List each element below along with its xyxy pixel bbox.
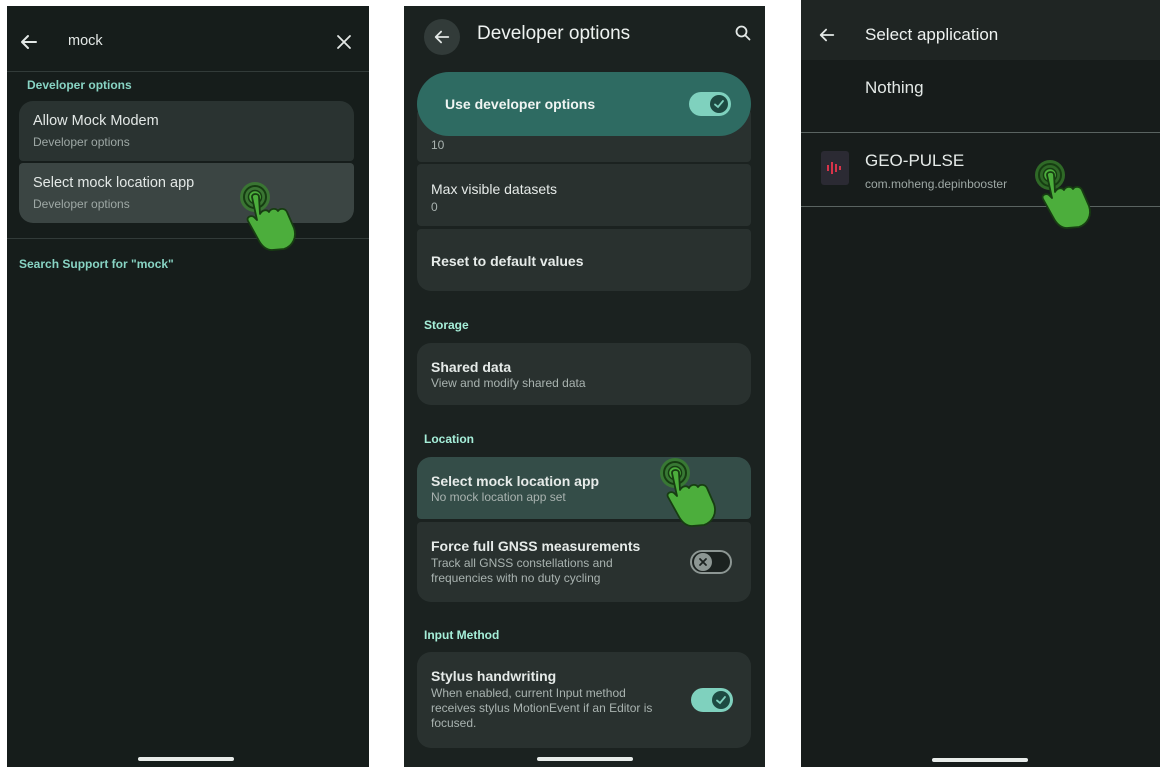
result-subtitle: Developer options (33, 135, 130, 149)
use-developer-options-toggle-row[interactable]: Use developer options (417, 72, 751, 136)
setting-stylus-handwriting[interactable]: Stylus handwriting When enabled, current… (417, 652, 751, 748)
result-title: Select mock location app (33, 175, 195, 191)
select-application-screen: Select application Nothing GEO-PULSE com… (801, 0, 1160, 767)
back-button[interactable] (424, 19, 460, 55)
setting-subtitle-line: receives stylus MotionEvent if an Editor… (431, 701, 653, 715)
divider (7, 238, 369, 239)
home-indicator (138, 757, 234, 761)
master-toggle-label: Use developer options (445, 96, 596, 112)
setting-subtitle-line: When enabled, current Input method (431, 686, 626, 700)
settings-search-screen: mock Developer options Allow Mock Modem … (7, 6, 369, 767)
setting-subtitle: View and modify shared data (431, 376, 586, 390)
back-arrow-icon (434, 30, 450, 44)
setting-shared-data[interactable]: Shared data View and modify shared data (417, 343, 751, 405)
developer-options-screen: Developer options 10 Use developer optio… (404, 6, 765, 767)
check-icon (714, 100, 724, 109)
home-indicator (537, 757, 633, 761)
setting-title: Stylus handwriting (431, 668, 557, 684)
option-nothing[interactable]: Nothing (865, 78, 924, 98)
stylus-toggle-switch[interactable] (691, 688, 733, 712)
setting-subtitle-line: Track all GNSS constellations and (431, 556, 613, 570)
setting-force-full-gnss[interactable]: Force full GNSS measurements Track all G… (417, 522, 751, 602)
app-icon (821, 151, 849, 185)
setting-max-visible-datasets[interactable]: Max visible datasets 0 (417, 164, 751, 226)
search-icon[interactable] (735, 25, 751, 41)
page-title: Select application (865, 25, 999, 44)
home-indicator (932, 758, 1028, 762)
setting-title: Force full GNSS measurements (431, 538, 641, 554)
page-title: Developer options (477, 23, 631, 44)
search-support-link[interactable]: Search Support for "mock" (19, 257, 174, 271)
setting-subtitle: No mock location app set (431, 490, 566, 504)
divider (801, 132, 1160, 133)
result-title: Allow Mock Modem (33, 113, 159, 129)
section-header-storage: Storage (424, 318, 469, 332)
search-input[interactable]: mock (68, 33, 103, 49)
setting-subtitle-line: focused. (431, 716, 477, 730)
section-header-location: Location (424, 432, 474, 446)
close-icon (699, 558, 707, 566)
result-subtitle: Developer options (33, 197, 130, 211)
toggle-knob (712, 691, 730, 709)
results-section-header: Developer options (27, 78, 132, 92)
app-name: GEO-PULSE (865, 151, 965, 170)
toggle-knob (694, 553, 712, 571)
divider (7, 71, 369, 72)
clear-search-icon[interactable] (336, 34, 352, 50)
result-allow-mock-modem[interactable]: Allow Mock Modem Developer options (19, 101, 354, 161)
setting-value: 10 (431, 138, 445, 152)
check-icon (716, 696, 726, 705)
toggle-knob (710, 95, 728, 113)
setting-reset-to-default[interactable]: Reset to default values (417, 229, 751, 291)
setting-value: 0 (431, 200, 438, 214)
app-package: com.moheng.depinbooster (865, 177, 1008, 191)
setting-title: Select mock location app (431, 473, 600, 489)
back-arrow-icon[interactable] (19, 32, 39, 52)
tap-pointer-icon (1035, 160, 1091, 229)
tap-pointer-icon (660, 458, 716, 527)
master-toggle-switch[interactable] (689, 92, 731, 116)
setting-title: Shared data (431, 359, 512, 375)
gnss-toggle-switch[interactable] (690, 550, 732, 574)
back-arrow-icon[interactable] (818, 26, 836, 44)
tap-pointer-icon (240, 182, 296, 251)
setting-subtitle-line: frequencies with no duty cycling (431, 571, 601, 585)
section-header-input-method: Input Method (424, 628, 500, 642)
setting-title: Max visible datasets (431, 181, 558, 197)
setting-title: Reset to default values (431, 253, 584, 269)
